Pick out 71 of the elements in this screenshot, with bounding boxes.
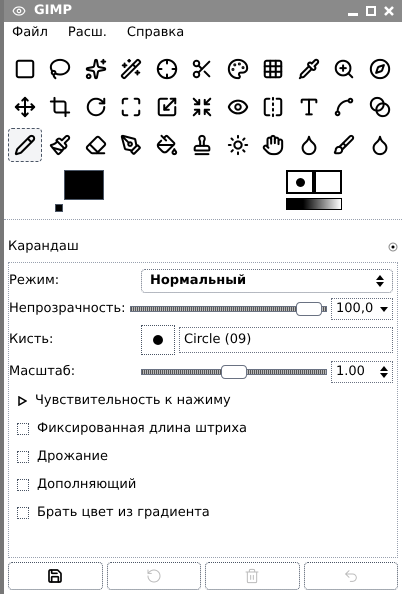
pencil-icon: [14, 134, 36, 156]
shrink-icon: [191, 96, 214, 118]
scissors-icon: [191, 58, 214, 80]
menu-item[interactable]: Файл: [12, 23, 48, 43]
delete-icon: [244, 568, 260, 584]
close-icon[interactable]: [384, 6, 394, 16]
panel-menu-icon[interactable]: [388, 242, 398, 252]
panel-button[interactable]: [8, 562, 102, 590]
caret-down-icon: [380, 306, 388, 312]
opacity-spinbox[interactable]: 100,0: [331, 298, 393, 320]
option-checkbox[interactable]: Дрожание: [9, 443, 397, 471]
checkbox[interactable]: [17, 479, 29, 491]
rotate-icon: [84, 96, 107, 118]
mode-dropdown[interactable]: Нормальный: [141, 269, 393, 293]
checkbox[interactable]: [17, 423, 29, 435]
field-label: Непрозрачность:: [9, 300, 126, 318]
save-icon: [47, 568, 64, 584]
sparkles-icon: [84, 58, 107, 80]
brush-preview[interactable]: [286, 170, 314, 194]
pipette-icon: [298, 58, 320, 80]
panel-title: Карандаш: [8, 238, 80, 256]
field-label: Режим:: [9, 272, 60, 290]
option-checkbox[interactable]: Дополняющий: [9, 471, 397, 499]
gradient-preview[interactable]: [286, 198, 342, 210]
brush-button[interactable]: [141, 325, 175, 355]
zoom-icon: [333, 58, 356, 80]
background-color-swatch[interactable]: [55, 204, 63, 212]
eraser-icon: [84, 134, 107, 156]
spinner-icon: [376, 275, 384, 287]
sun-icon: [226, 134, 249, 156]
scale-spinbox[interactable]: 1.00: [331, 361, 393, 383]
crop-icon: [49, 96, 72, 118]
spline-icon: [333, 96, 356, 118]
menu-item[interactable]: Справка: [126, 23, 184, 43]
compass-icon: [368, 58, 391, 80]
restore-icon: [146, 568, 162, 584]
slider-thumb[interactable]: [221, 365, 247, 379]
reset-icon: [342, 568, 359, 584]
scale-slider[interactable]: [141, 365, 327, 379]
option-checkbox[interactable]: Фиксированная длина штриха: [9, 415, 397, 443]
lasso-icon: [49, 58, 72, 80]
wand-icon: [120, 58, 142, 80]
palette-icon: [226, 58, 249, 80]
checkbox[interactable]: [17, 451, 29, 463]
move-icon: [14, 96, 36, 118]
tool-button[interactable]: [8, 128, 42, 162]
slider-thumb[interactable]: [296, 302, 322, 316]
field-label: Масштаб:: [9, 363, 76, 382]
foreground-color-swatch[interactable]: [64, 170, 104, 200]
pen-icon: [120, 134, 142, 156]
brush-icon: [333, 134, 356, 156]
menu-item[interactable]: Расш.: [68, 23, 107, 43]
checkbox[interactable]: [17, 507, 29, 519]
brush-name-field[interactable]: Circle (09): [179, 327, 393, 353]
rectangle-icon: [14, 58, 36, 80]
spinner-icon: [380, 366, 388, 378]
field-label: Кисть:: [9, 331, 54, 350]
flip-icon: [262, 96, 284, 118]
paintbrush-icon: [49, 134, 72, 156]
expander-icon: [17, 396, 27, 406]
stamp-icon: [191, 134, 214, 156]
crosshair-icon: [156, 58, 178, 80]
option-checkbox[interactable]: Брать цвет из градиента: [9, 499, 397, 527]
grid-icon: [262, 58, 284, 80]
text-tool-icon: [298, 96, 320, 118]
window-title: GIMP: [34, 2, 73, 20]
pressure-expander[interactable]: Чувствительность к нажиму: [9, 387, 397, 415]
opacity-slider[interactable]: [130, 302, 327, 316]
pattern-preview[interactable]: [314, 170, 342, 194]
hand-icon: [262, 134, 284, 156]
paint-bucket-icon: [156, 134, 178, 156]
